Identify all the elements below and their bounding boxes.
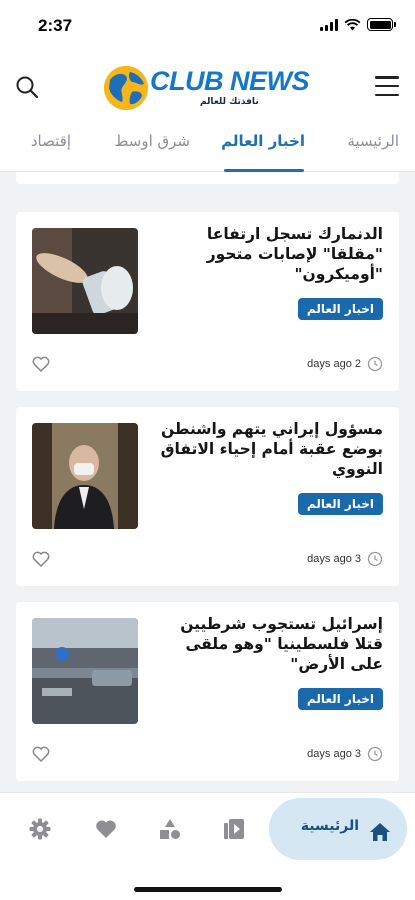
logo-subtitle: نافذتك للعالم — [200, 97, 259, 107]
battery-icon — [367, 18, 396, 31]
heart-icon[interactable] — [32, 551, 50, 567]
article-title[interactable]: إسرائيل تستجوب شرطيين قتلا فلسطينيا "وهو… — [158, 614, 383, 674]
time-ago-text: days ago 2 — [307, 358, 361, 370]
article-timestamp: days ago 3 — [307, 746, 383, 762]
article-card[interactable]: مسؤول إيراني يتهم واشنطن بوضع عقبة أمام … — [16, 407, 399, 586]
article-title[interactable]: مسؤول إيراني يتهم واشنطن بوضع عقبة أمام … — [158, 419, 383, 479]
category-tabs: الرئيسية اخبار العالم شرق اوسط إقتصاد — [0, 120, 415, 172]
tab-home[interactable]: الرئيسية — [347, 132, 399, 150]
article-card[interactable]: الدنمارك تسجل ارتفاعا "مقلقا" لإصابات مت… — [16, 212, 399, 391]
home-icon — [370, 823, 390, 841]
app-logo: CLUB NEWS نافذتك للعالم — [104, 64, 314, 112]
news-feed[interactable]: الدنمارك تسجل ارتفاعا "مقلقا" لإصابات مت… — [0, 172, 415, 792]
article-thumbnail[interactable] — [32, 228, 138, 334]
nav-home-label: الرئيسية — [300, 818, 359, 834]
search-icon[interactable] — [14, 74, 40, 100]
article-title[interactable]: الدنمارك تسجل ارتفاعا "مقلقا" لإصابات مت… — [158, 224, 383, 284]
article-thumbnail[interactable] — [32, 618, 138, 724]
bottom-navigation: الرئيسية — [0, 792, 415, 900]
logo-title: CLUB NEWS — [150, 66, 310, 96]
status-time: 2:37 — [38, 16, 73, 35]
hamburger-menu-icon[interactable] — [375, 76, 399, 96]
tab-economy[interactable]: إقتصاد — [31, 132, 71, 150]
clock-icon — [367, 356, 383, 372]
clock-icon — [367, 551, 383, 567]
status-icons — [320, 18, 396, 31]
globe-icon — [104, 66, 148, 110]
wifi-icon — [344, 18, 361, 30]
settings-icon[interactable] — [28, 817, 52, 841]
article-timestamp: days ago 3 — [307, 551, 383, 567]
heart-icon[interactable] — [32, 746, 50, 762]
time-ago-text: days ago 3 — [307, 748, 361, 760]
article-timestamp: days ago 2 — [307, 356, 383, 372]
video-library-icon[interactable] — [222, 817, 246, 841]
clock-icon — [367, 746, 383, 762]
categories-icon[interactable] — [158, 817, 182, 841]
cellular-signal-icon — [320, 18, 338, 31]
category-badge[interactable]: اخبار العالم — [297, 493, 383, 515]
favorites-icon[interactable] — [94, 817, 118, 841]
category-badge[interactable]: اخبار العالم — [297, 688, 383, 710]
article-thumbnail[interactable] — [32, 423, 138, 529]
app-header: CLUB NEWS نافذتك للعالم — [0, 52, 415, 120]
tab-world-news[interactable]: اخبار العالم — [221, 132, 305, 150]
article-card[interactable]: إسرائيل تستجوب شرطيين قتلا فلسطينيا "وهو… — [16, 602, 399, 781]
nav-home-button[interactable]: الرئيسية — [269, 798, 407, 860]
article-card-partial[interactable] — [16, 172, 399, 184]
category-badge[interactable]: اخبار العالم — [297, 298, 383, 320]
status-bar: 2:37 — [0, 0, 415, 52]
time-ago-text: days ago 3 — [307, 553, 361, 565]
home-indicator[interactable] — [134, 887, 282, 892]
tab-middle-east[interactable]: شرق اوسط — [115, 132, 190, 150]
heart-icon[interactable] — [32, 356, 50, 372]
